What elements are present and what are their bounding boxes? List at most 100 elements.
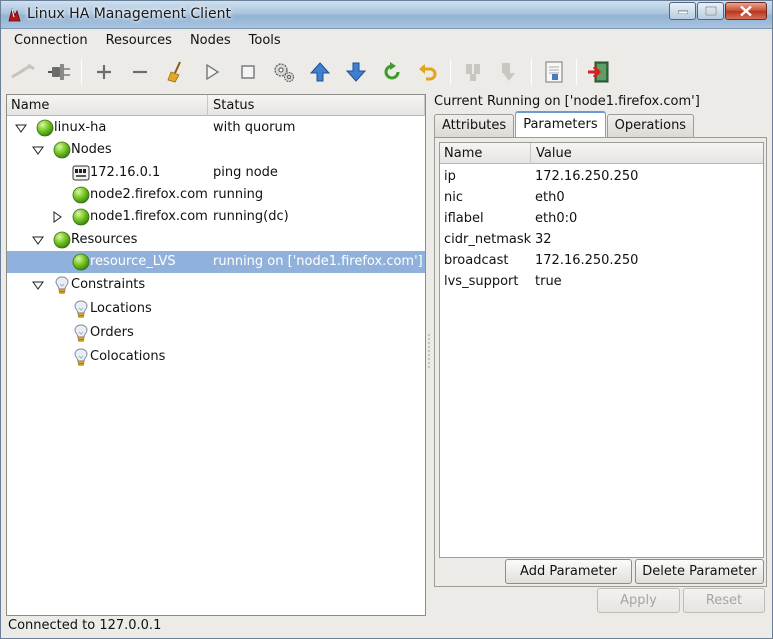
toolbar-separator <box>531 59 532 85</box>
refresh-button[interactable] <box>374 55 410 89</box>
refresh-icon <box>384 62 400 80</box>
column-header-name[interactable]: Name <box>7 95 208 116</box>
delete-parameter-button[interactable]: Delete Parameter <box>635 559 764 584</box>
arrow-up-icon <box>309 62 331 82</box>
parameter-row[interactable]: lvs_support true <box>440 272 763 293</box>
stop-button[interactable] <box>230 55 266 89</box>
toolbar-separator <box>450 59 451 85</box>
parameter-row[interactable]: cidr_netmask 32 <box>440 230 763 251</box>
tab-operations[interactable]: Operations <box>606 114 695 137</box>
parameter-value[interactable]: 32 <box>535 232 552 247</box>
cleanup-button[interactable] <box>158 55 194 89</box>
menu-bar: Connection Resources Nodes Tools <box>5 30 768 52</box>
minimize-icon <box>677 10 688 14</box>
minimize-button[interactable] <box>669 2 696 20</box>
parameters-panel: Name Value ip 172.16.250.250 nic eth0 iflabe… <box>434 137 767 587</box>
tree-row-status: ping node <box>213 165 278 180</box>
move-up-button[interactable] <box>302 55 338 89</box>
parameter-value[interactable]: eth0 <box>535 190 565 205</box>
gears-icon <box>274 63 295 83</box>
stop-icon <box>241 65 255 79</box>
parameter-value[interactable]: 172.16.250.250 <box>535 169 638 184</box>
column-header-param-name[interactable]: Name <box>440 143 531 164</box>
cluster-tree[interactable]: Name Status linux-ha with quorum Nodes 172.… <box>6 94 426 616</box>
tree-row[interactable]: 172.16.0.1 ping node <box>7 162 425 184</box>
undo-icon <box>419 64 437 81</box>
menu-resources[interactable]: Resources <box>97 31 181 51</box>
remove-button[interactable] <box>122 55 158 89</box>
ping-node-icon <box>72 164 90 182</box>
constraint-bulb-icon <box>72 348 90 366</box>
expander-open-icon[interactable] <box>32 144 44 156</box>
migrate-button[interactable] <box>266 55 302 89</box>
column-header-status[interactable]: Status <box>208 95 425 116</box>
connect-icon <box>11 63 35 79</box>
reset-button[interactable]: Reset <box>683 588 765 613</box>
maximize-icon <box>705 6 716 16</box>
tree-row[interactable]: Resources <box>7 229 425 251</box>
window-title: Linux HA Management Client <box>27 6 231 22</box>
parameter-name: iflabel <box>444 211 484 226</box>
tree-row[interactable]: Locations <box>7 298 425 320</box>
close-icon <box>740 5 752 17</box>
parameter-row[interactable]: broadcast 172.16.250.250 <box>440 251 763 272</box>
constraint-bulb-icon <box>53 276 71 294</box>
parameter-value[interactable]: eth0:0 <box>535 211 577 226</box>
tree-row[interactable]: linux-ha with quorum <box>7 117 425 139</box>
parameter-row[interactable]: nic eth0 <box>440 188 763 209</box>
tree-row-name: Resources <box>71 232 138 247</box>
apply-button[interactable]: Apply <box>597 588 680 613</box>
tree-row[interactable]: resource_LVS running on ['node1.firefox.c… <box>7 251 425 273</box>
tree-row[interactable]: node2.firefox.com running <box>7 184 425 206</box>
parameter-name: broadcast <box>444 253 509 268</box>
status-ok-icon <box>72 186 90 204</box>
parameter-row[interactable]: iflabel eth0:0 <box>440 209 763 230</box>
column-header-param-value[interactable]: Value <box>531 143 763 164</box>
tree-row[interactable]: Nodes <box>7 139 425 161</box>
menu-connection[interactable]: Connection <box>5 31 97 51</box>
expander-open-icon[interactable] <box>32 234 44 246</box>
tab-attributes[interactable]: Attributes <box>434 114 515 137</box>
standby-button[interactable] <box>455 55 491 89</box>
close-button[interactable] <box>725 2 767 20</box>
add-parameter-button[interactable]: Add Parameter <box>505 559 632 584</box>
heartbeat-logo-icon <box>6 7 22 23</box>
start-button[interactable] <box>194 55 230 89</box>
tree-row[interactable]: Orders <box>7 322 425 344</box>
active-button[interactable] <box>491 55 527 89</box>
exit-button[interactable] <box>581 55 617 89</box>
tree-header: Name Status <box>7 95 425 116</box>
tab-parameters[interactable]: Parameters <box>515 111 606 137</box>
tree-row-name: 172.16.0.1 <box>90 165 161 180</box>
add-button[interactable] <box>86 55 122 89</box>
connect-button[interactable] <box>5 55 41 89</box>
tree-row[interactable]: Constraints <box>7 274 425 296</box>
status-ok-icon <box>72 208 90 226</box>
tree-row-name: Colocations <box>90 349 166 364</box>
parameter-row[interactable]: ip 172.16.250.250 <box>440 167 763 188</box>
tree-row-status: running on ['node1.firefox.com'] <box>213 254 423 269</box>
parameter-name: lvs_support <box>444 274 519 289</box>
expander-closed-icon[interactable] <box>51 211 63 223</box>
expander-open-icon[interactable] <box>15 122 27 134</box>
move-down-button[interactable] <box>338 55 374 89</box>
expander-open-icon[interactable] <box>32 279 44 291</box>
parameters-table[interactable]: Name Value ip 172.16.250.250 nic eth0 iflabe… <box>439 142 764 558</box>
tree-row[interactable]: node1.firefox.com running(dc) <box>7 206 425 228</box>
maximize-button[interactable] <box>697 2 724 20</box>
detail-tabs: Attributes Parameters Operations <box>434 111 695 137</box>
parameter-value[interactable]: true <box>535 274 562 289</box>
constraint-bulb-icon <box>72 324 90 342</box>
pane-splitter[interactable] <box>427 331 431 371</box>
tree-row[interactable]: Colocations <box>7 346 425 368</box>
undo-button[interactable] <box>410 55 446 89</box>
menu-tools[interactable]: Tools <box>240 31 290 51</box>
disconnect-button[interactable] <box>41 55 77 89</box>
title-bar[interactable]: Linux HA Management Client <box>1 1 772 29</box>
menu-nodes[interactable]: Nodes <box>181 31 240 51</box>
disconnect-plug-icon <box>48 64 70 80</box>
tree-row-name: node2.firefox.com <box>90 187 208 202</box>
tree-row-status: with quorum <box>213 120 296 135</box>
view-xml-button[interactable] <box>536 55 572 89</box>
parameter-value[interactable]: 172.16.250.250 <box>535 253 638 268</box>
